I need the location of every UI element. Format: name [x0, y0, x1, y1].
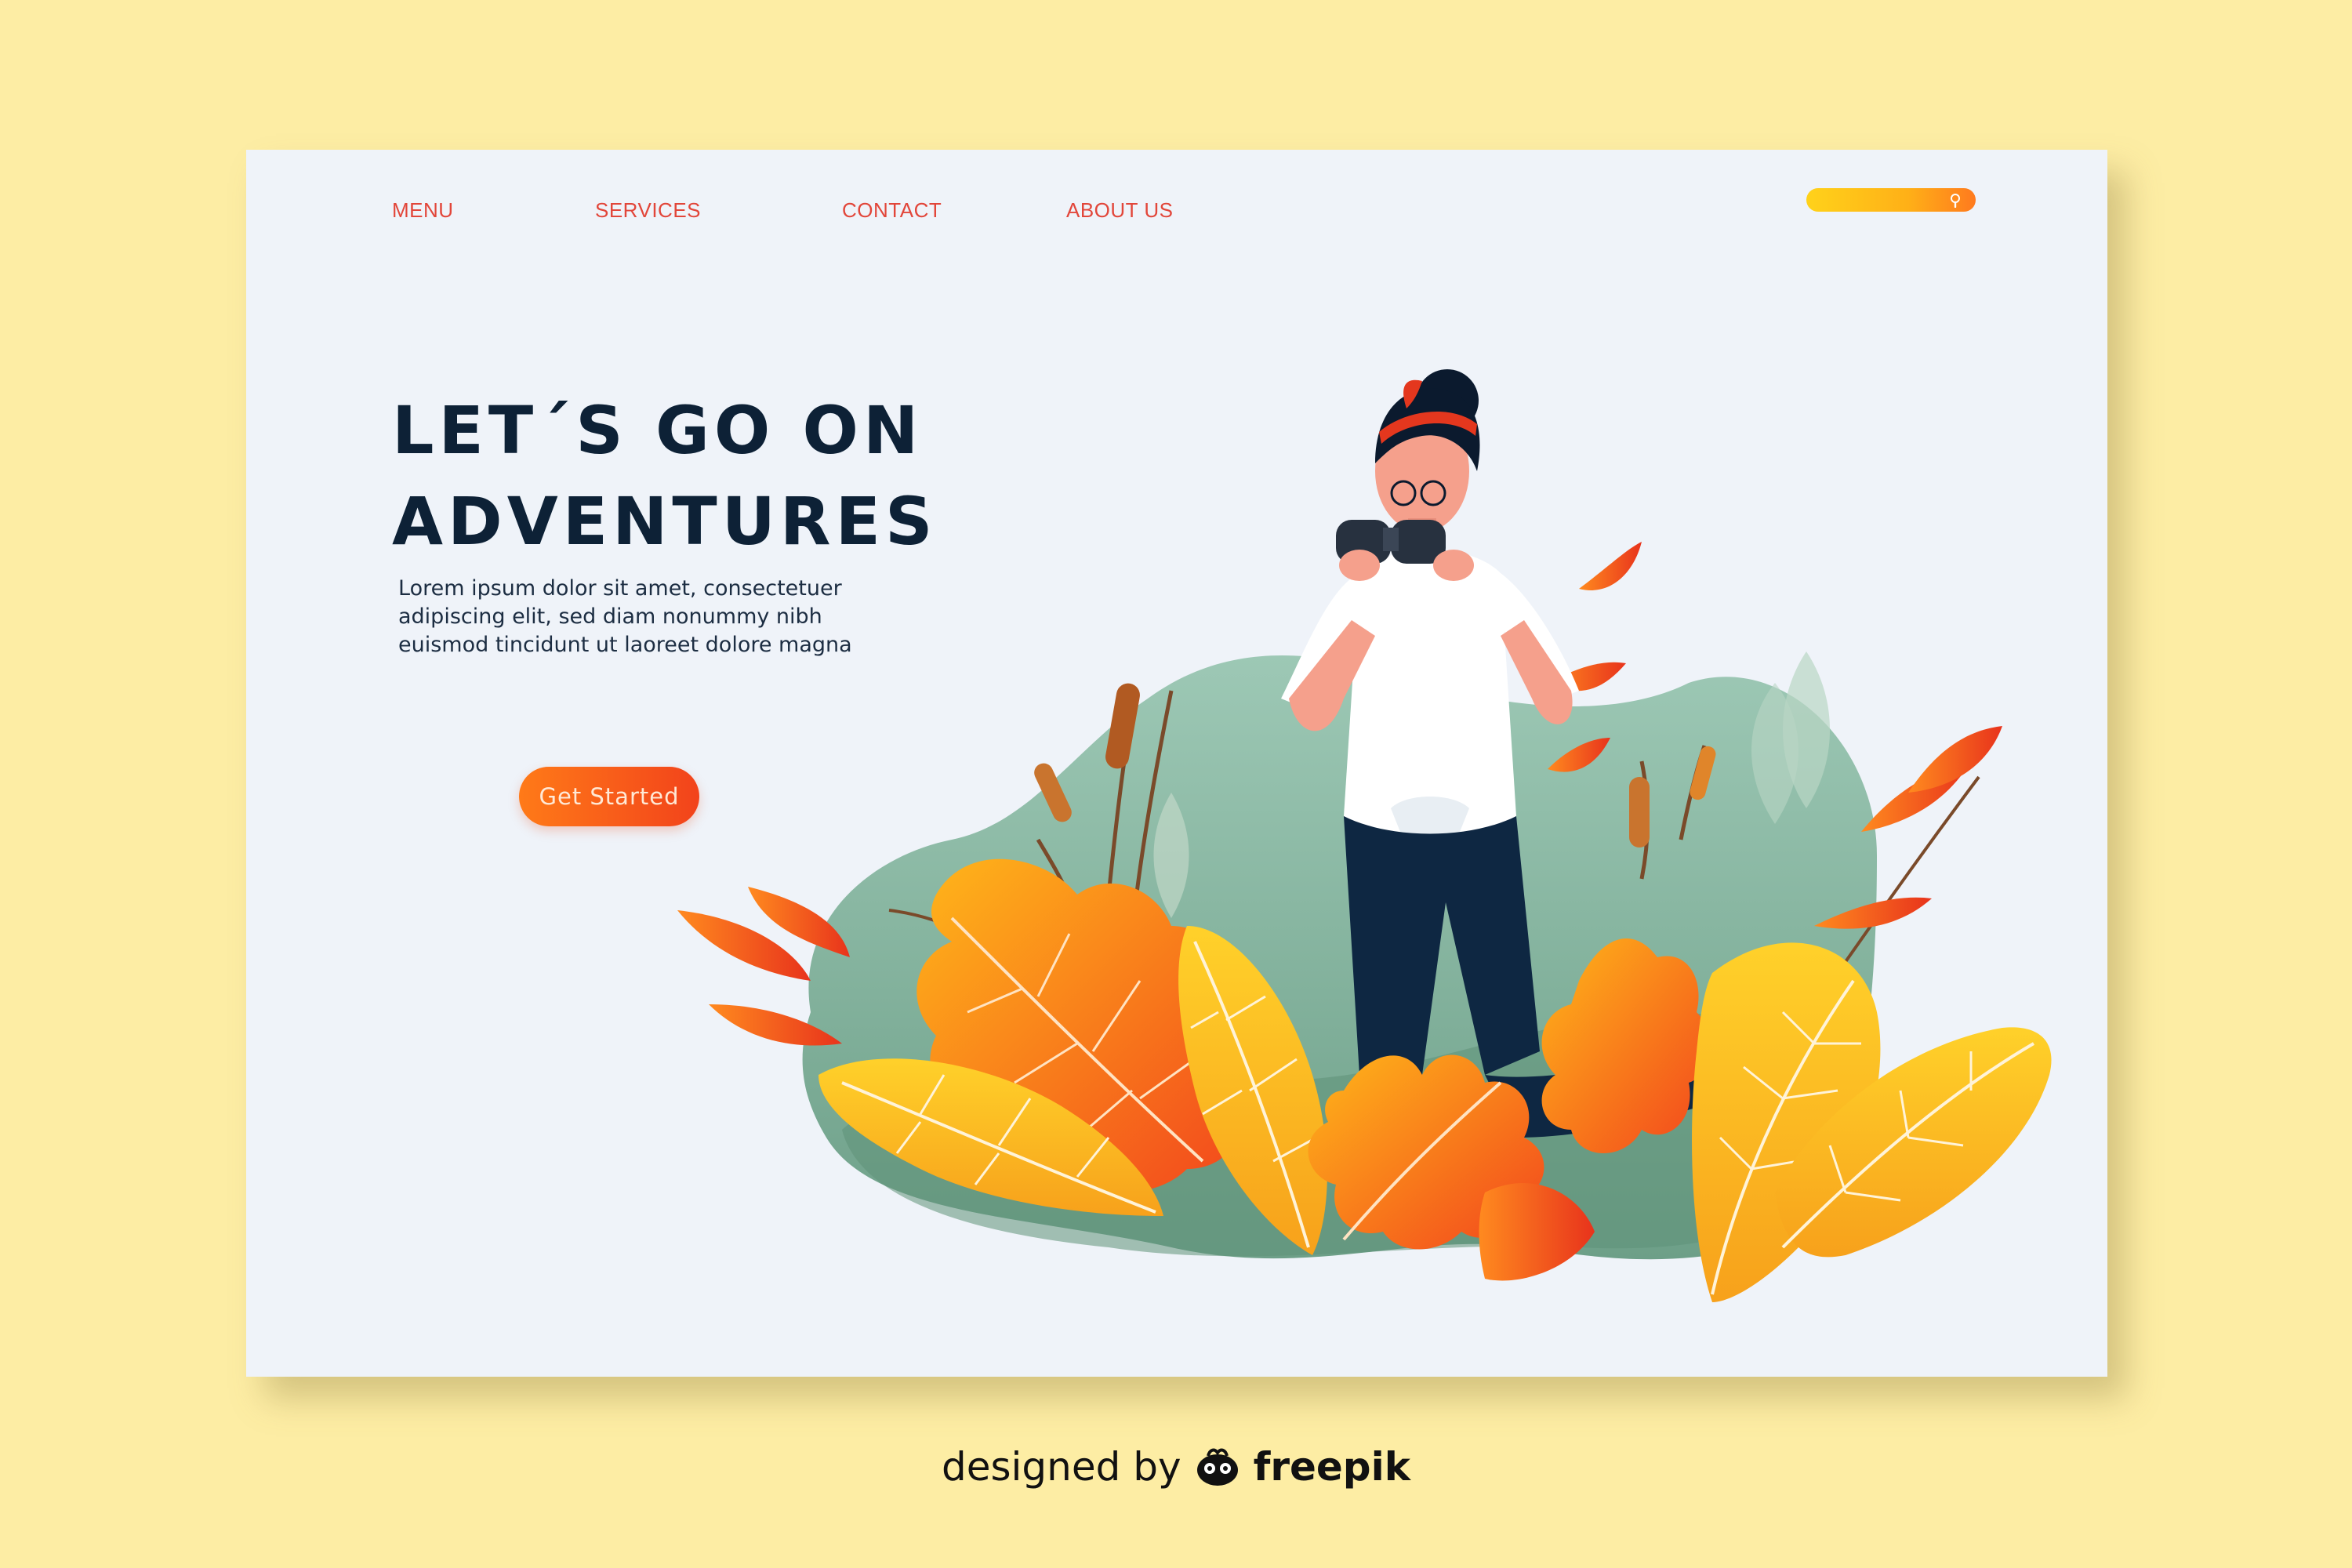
freepik-logo-icon: [1196, 1448, 1238, 1486]
designer-credit: designed by freepik: [0, 1444, 2352, 1490]
adventure-illustration: [677, 369, 2052, 1302]
credit-prefix: designed by: [941, 1444, 1181, 1490]
credit-brand: freepik: [1253, 1444, 1410, 1490]
landing-page-card: MENU SERVICES CONTACT ABOUT US LET´S GO …: [246, 150, 2107, 1377]
